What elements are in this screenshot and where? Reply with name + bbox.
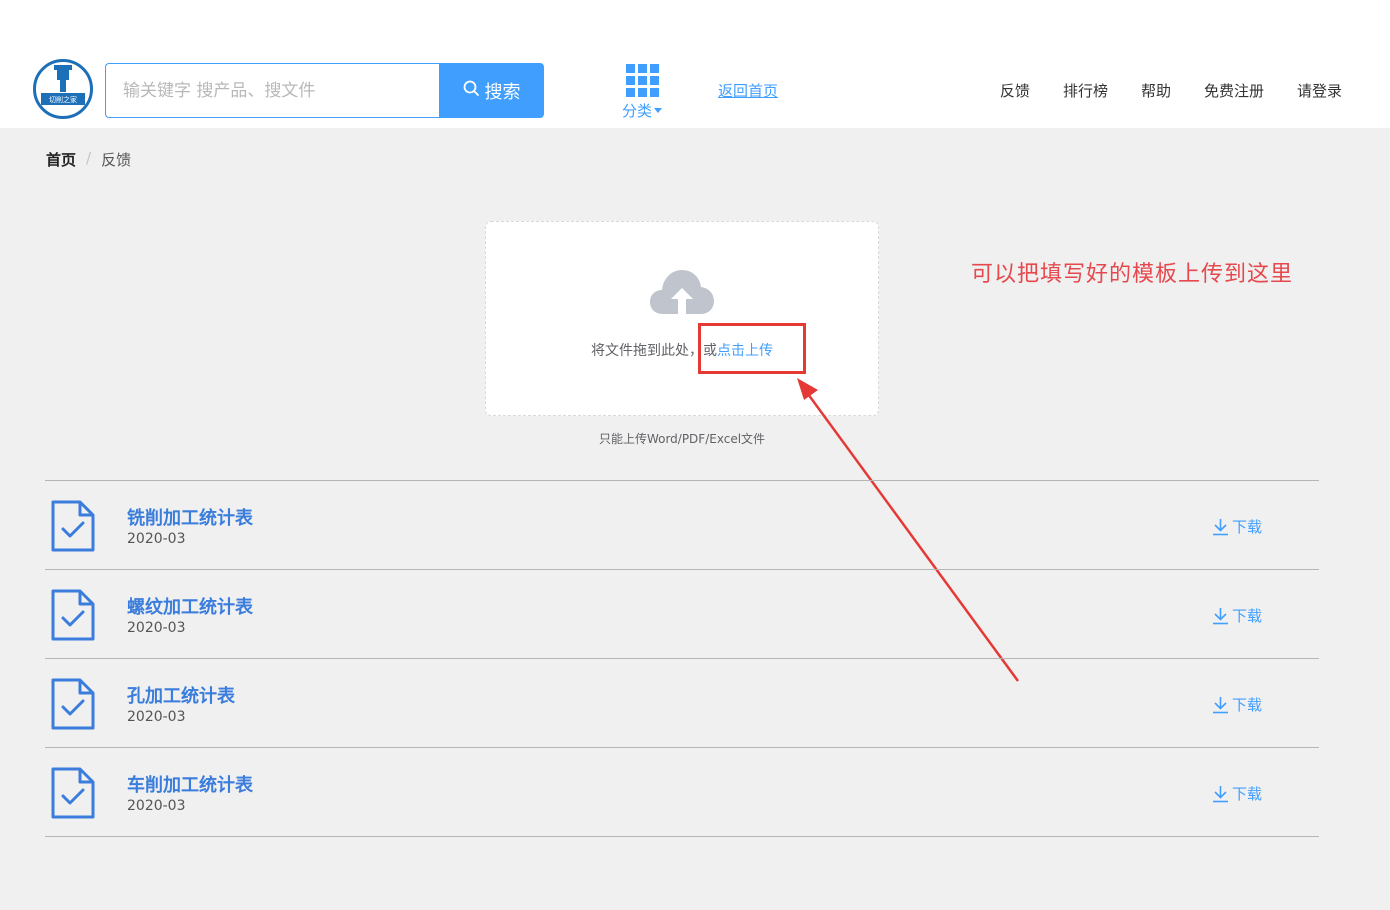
top-header: 切削之家 搜索 分类 返回首页 反馈 排行榜 帮助 免费注册 请登录 (0, 0, 1390, 128)
nav-feedback[interactable]: 反馈 (1000, 80, 1030, 101)
download-label: 下载 (1232, 785, 1263, 803)
file-title[interactable]: 孔加工统计表 (127, 682, 235, 708)
breadcrumb-home[interactable]: 首页 (46, 149, 76, 170)
file-title[interactable]: 螺纹加工统计表 (127, 593, 253, 619)
nav-help[interactable]: 帮助 (1141, 80, 1171, 101)
upload-dropzone[interactable]: 将文件拖到此处，或点击上传 (485, 221, 879, 416)
file-list: 铣削加工统计表 2020-03 下载 螺纹加工统计表 2020-03 下载 孔加… (45, 480, 1319, 837)
search-input[interactable] (106, 64, 439, 117)
site-logo[interactable]: 切削之家 (33, 59, 93, 119)
upload-drag-text: 将文件拖到此处， (591, 343, 703, 359)
top-nav: 反馈 排行榜 帮助 免费注册 请登录 (1000, 80, 1342, 101)
breadcrumb: 首页 / 反馈 (46, 149, 131, 170)
breadcrumb-separator: / (86, 149, 92, 167)
nav-register[interactable]: 免费注册 (1204, 80, 1264, 101)
caret-down-icon (654, 108, 662, 113)
grid-icon (625, 64, 659, 97)
download-label: 下载 (1232, 518, 1263, 536)
document-check-icon (51, 500, 95, 552)
file-date: 2020-03 (127, 709, 186, 725)
file-date: 2020-03 (127, 798, 186, 814)
download-button[interactable]: 下载 (1212, 605, 1262, 626)
nav-ranking[interactable]: 排行榜 (1063, 80, 1108, 101)
file-row: 车削加工统计表 2020-03 下载 (45, 748, 1319, 837)
upload-text: 将文件拖到此处，或点击上传 (486, 340, 878, 360)
search-box (105, 63, 439, 118)
annotation-text: 可以把填写好的模板上传到这里 (971, 262, 1294, 287)
download-icon (1213, 696, 1228, 713)
svg-text:切削之家: 切削之家 (49, 95, 77, 104)
document-check-icon (51, 589, 95, 641)
document-check-icon (51, 767, 95, 819)
download-icon (1213, 607, 1228, 624)
file-date: 2020-03 (127, 531, 186, 547)
nav-login[interactable]: 请登录 (1297, 80, 1342, 101)
file-row: 螺纹加工统计表 2020-03 下载 (45, 570, 1319, 659)
file-row: 铣削加工统计表 2020-03 下载 (45, 481, 1319, 570)
download-icon (1213, 518, 1228, 535)
breadcrumb-current: 反馈 (101, 151, 132, 169)
download-icon (1213, 785, 1228, 802)
file-title[interactable]: 车削加工统计表 (127, 771, 253, 797)
file-date: 2020-03 (127, 620, 186, 636)
file-title[interactable]: 铣削加工统计表 (127, 504, 253, 530)
click-upload-link[interactable]: 点击上传 (717, 343, 773, 359)
search-button-label: 搜索 (484, 81, 521, 103)
upload-or-text: 或 (703, 343, 717, 359)
search-icon (463, 80, 480, 102)
download-button[interactable]: 下载 (1212, 516, 1262, 537)
search-button[interactable]: 搜索 (439, 63, 544, 118)
category-menu[interactable]: 分类 (614, 63, 670, 120)
download-button[interactable]: 下载 (1212, 783, 1262, 804)
download-label: 下载 (1232, 696, 1263, 714)
category-label: 分类 (621, 102, 652, 120)
back-home-link[interactable]: 返回首页 (718, 80, 778, 101)
file-row: 孔加工统计表 2020-03 下载 (45, 659, 1319, 748)
download-button[interactable]: 下载 (1212, 694, 1262, 715)
document-check-icon (51, 678, 95, 730)
upload-tip: 只能上传Word/PDF/Excel文件 (598, 432, 766, 446)
download-label: 下载 (1232, 607, 1263, 625)
cloud-upload-icon (650, 270, 714, 314)
